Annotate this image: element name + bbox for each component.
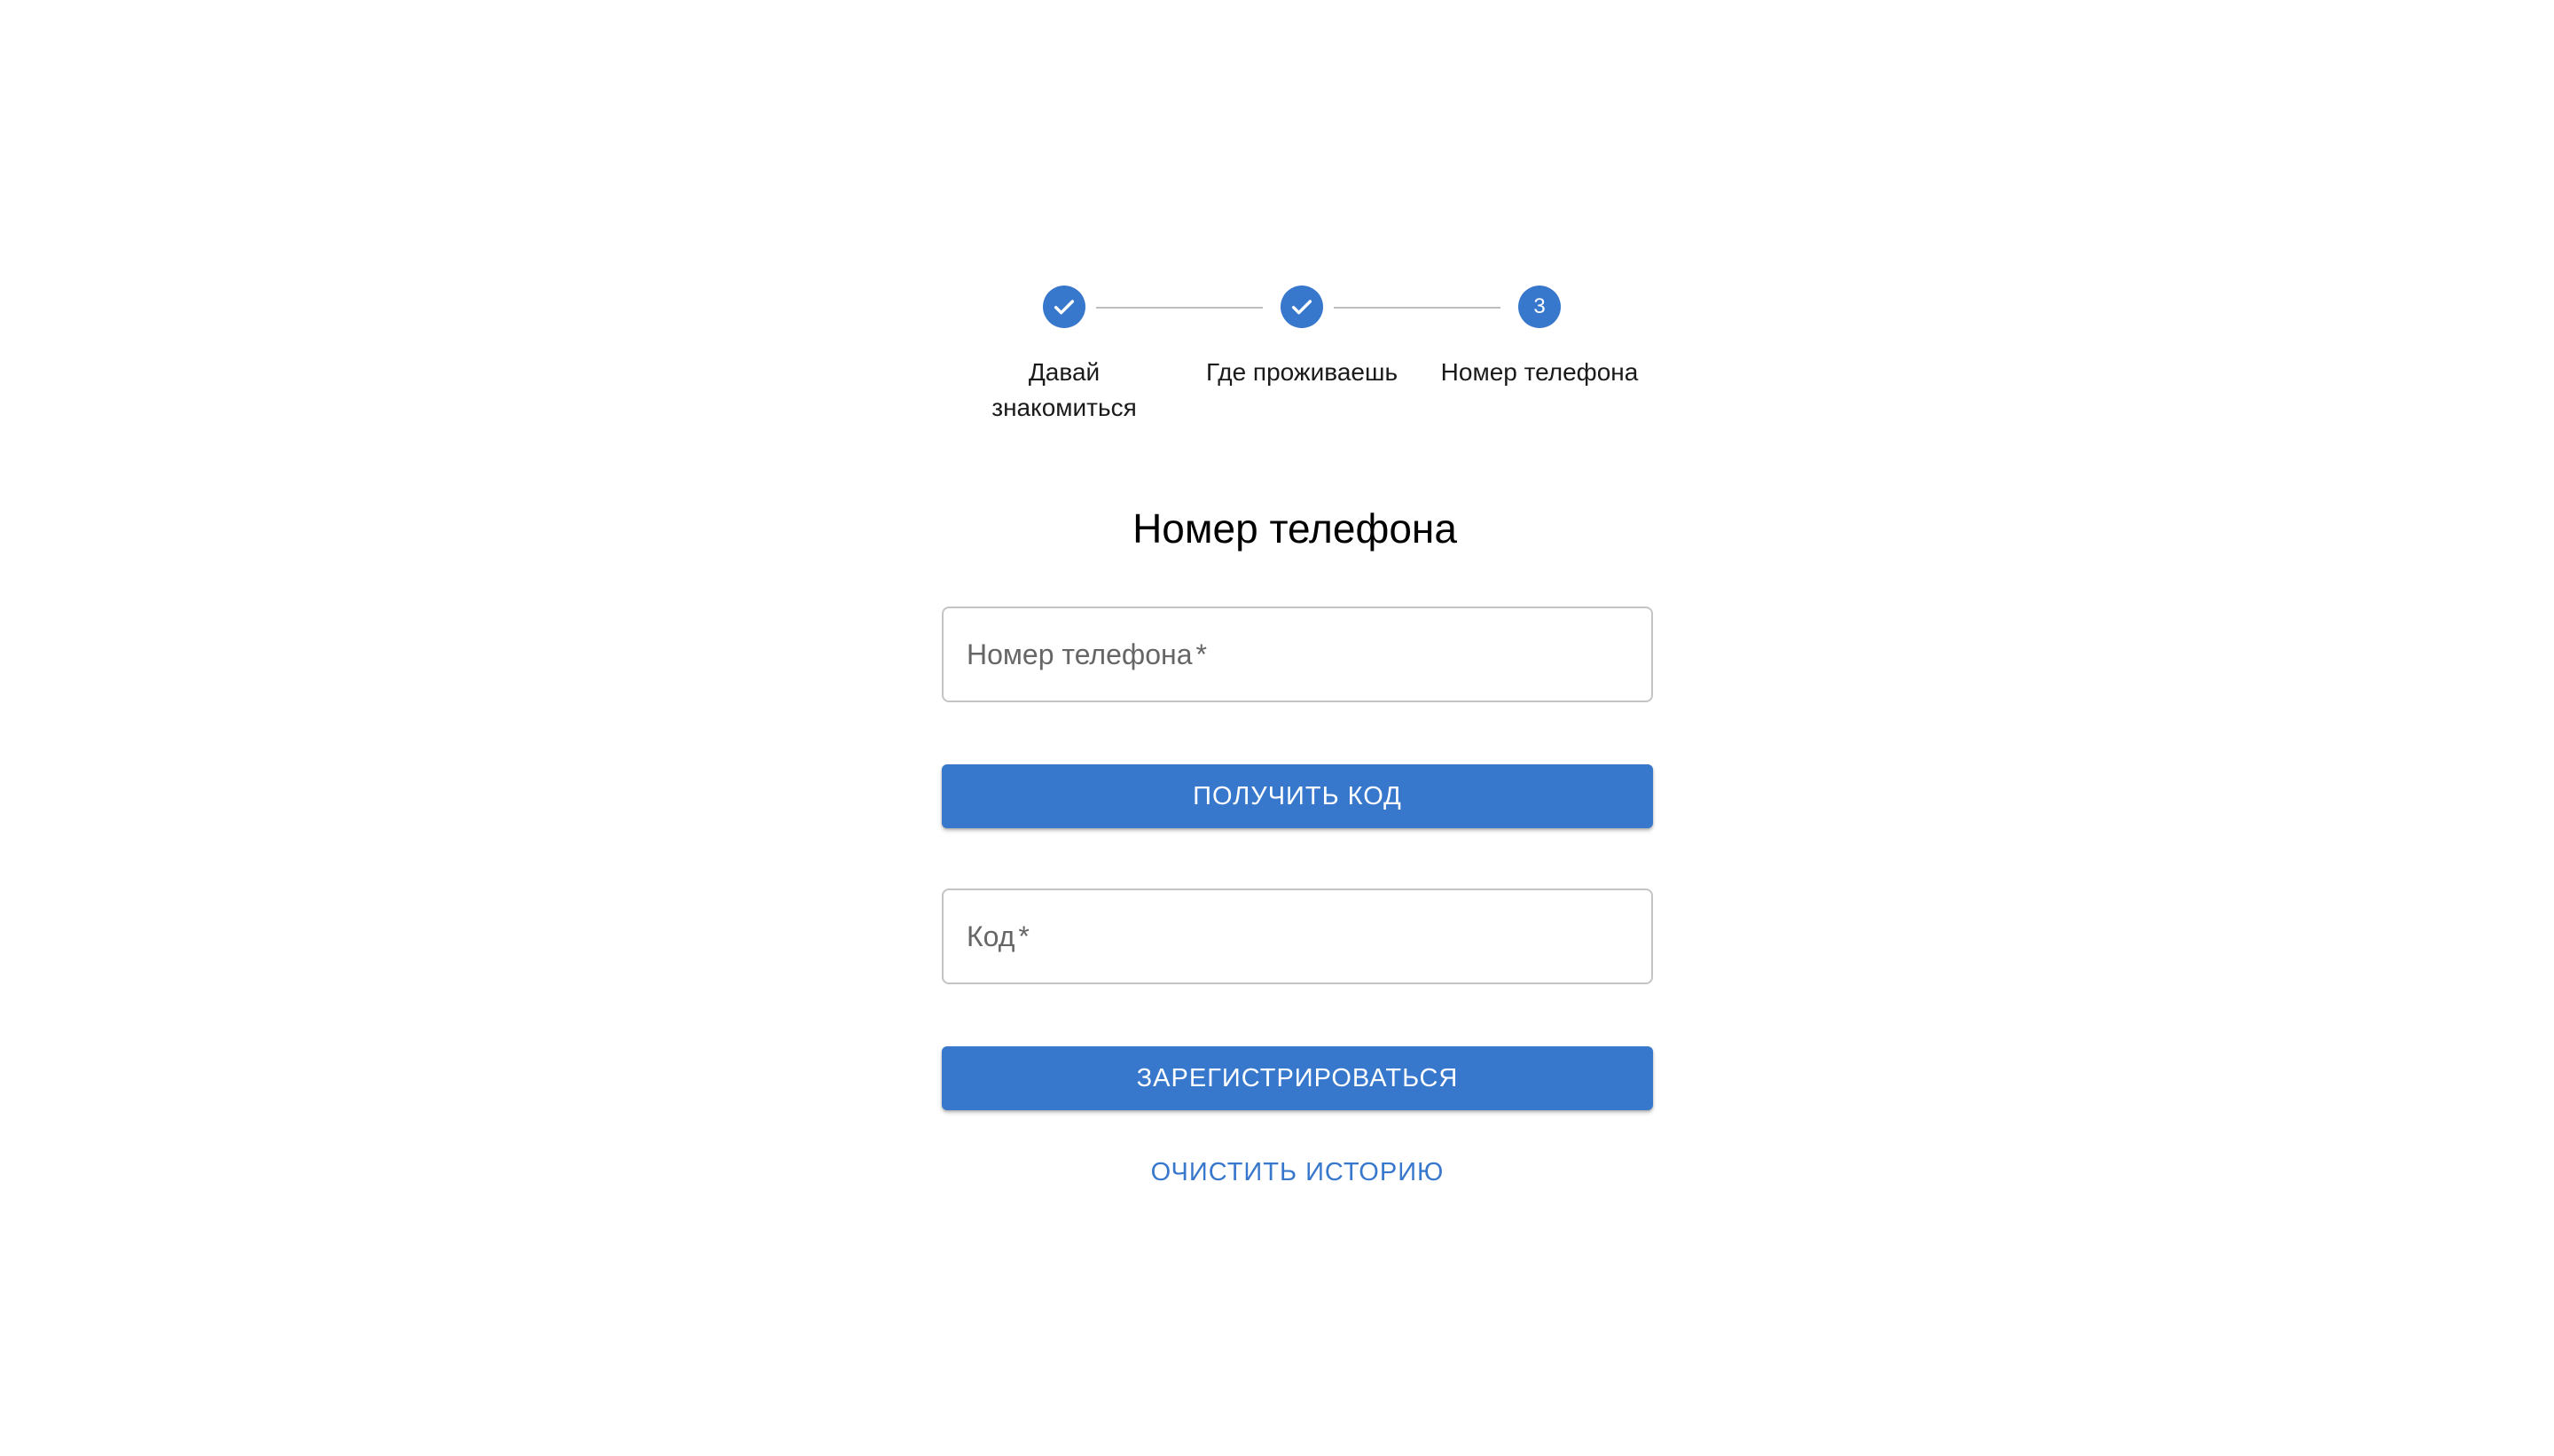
register-button[interactable]: ЗАРЕГИСТРИРОВАТЬСЯ [942, 1046, 1653, 1110]
phone-input[interactable]: Номер телефона * [942, 607, 1653, 702]
check-icon [1281, 286, 1323, 328]
page-title: Номер телефона [1132, 505, 1457, 552]
step-2: Где проживаешь [1195, 286, 1408, 390]
step-label: Где проживаешь [1205, 358, 1398, 386]
phone-field-label: Номер телефона * [967, 635, 1207, 674]
step-label-line: Давай [1028, 358, 1101, 386]
step-3: 3 Номер телефона [1433, 286, 1646, 390]
stepper: Давай знакомиться Где проживаешь 3 Номер… [958, 286, 1667, 436]
step-label-line: знакомиться [991, 394, 1137, 421]
required-mark: * [1018, 920, 1030, 952]
code-field-label-text: Код [967, 920, 1015, 952]
clear-history-button[interactable]: ОЧИСТИТЬ ИСТОРИЮ [942, 1155, 1653, 1190]
step-label: Давай знакомиться [958, 355, 1171, 426]
phone-field-label-text: Номер телефона [967, 638, 1193, 670]
step-label: Номер телефона [1440, 358, 1639, 386]
code-input[interactable]: Код * [942, 888, 1653, 984]
code-field-label: Код * [967, 917, 1030, 956]
get-code-button[interactable]: ПОЛУЧИТЬ КОД [942, 764, 1653, 828]
step-1: Давай знакомиться [958, 286, 1171, 426]
required-mark: * [1195, 638, 1207, 670]
step-number: 3 [1518, 286, 1561, 328]
check-icon [1043, 286, 1085, 328]
